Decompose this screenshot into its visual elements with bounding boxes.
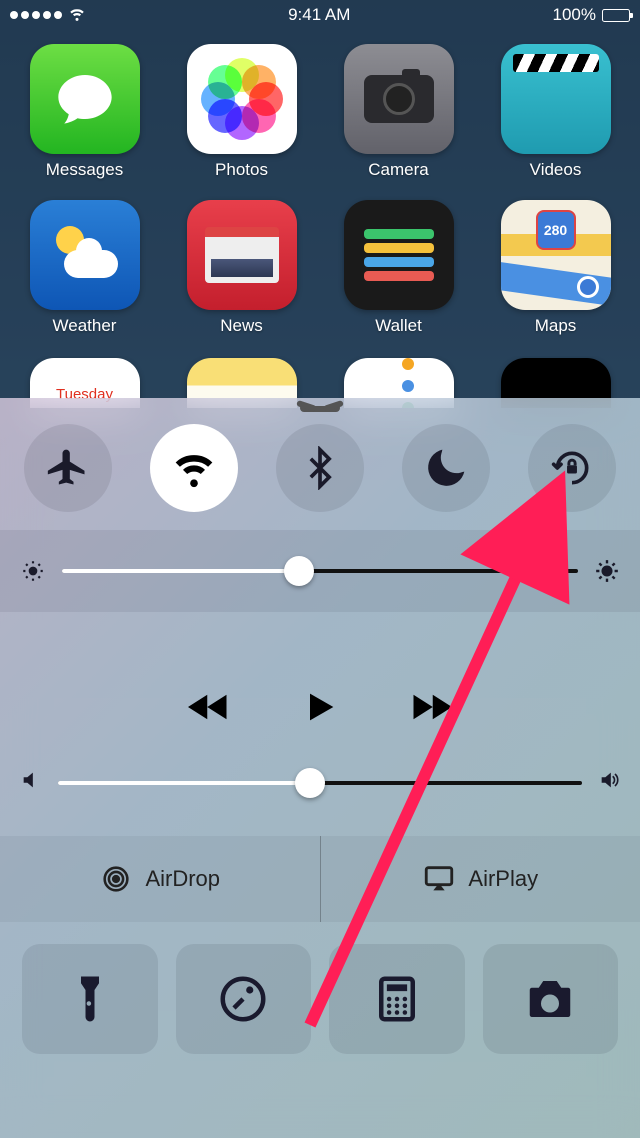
app-maps[interactable]: 280 Maps <box>491 200 621 336</box>
app-camera[interactable]: Camera <box>334 44 464 180</box>
fast-forward-icon <box>410 686 452 728</box>
brightness-slider-section <box>0 530 640 612</box>
app-wallet[interactable]: Wallet <box>334 200 464 336</box>
flashlight-icon <box>63 972 117 1026</box>
airplay-label: AirPlay <box>468 866 538 892</box>
bluetooth-icon <box>298 446 342 490</box>
app-photos[interactable]: Photos <box>177 44 307 180</box>
control-center[interactable]: AirDrop AirPlay <box>0 398 640 1138</box>
videos-icon <box>501 44 611 154</box>
fast-forward-button[interactable] <box>410 686 452 733</box>
app-videos[interactable]: Videos <box>491 44 621 180</box>
app-label: Photos <box>215 160 268 180</box>
airdrop-icon <box>99 862 133 896</box>
brightness-low-icon <box>20 558 46 584</box>
app-label: Videos <box>530 160 582 180</box>
wifi-toggle[interactable] <box>150 424 238 512</box>
timer-button[interactable] <box>176 944 312 1054</box>
camera-shortcut-icon <box>523 972 577 1026</box>
app-label: Wallet <box>375 316 422 336</box>
airplane-icon <box>46 446 90 490</box>
slider-thumb[interactable] <box>284 556 314 586</box>
volume-slider[interactable] <box>58 781 582 785</box>
rotation-lock-toggle[interactable] <box>528 424 616 512</box>
wifi-icon <box>172 446 216 490</box>
airdrop-button[interactable]: AirDrop <box>0 836 320 922</box>
bluetooth-toggle[interactable] <box>276 424 364 512</box>
home-apps-grid: Messages Photos Camera Videos Weather <box>0 30 640 408</box>
play-button[interactable] <box>300 687 340 732</box>
signal-dots-icon <box>10 11 62 19</box>
airdrop-label: AirDrop <box>145 866 220 892</box>
rewind-button[interactable] <box>188 686 230 733</box>
battery-icon <box>602 9 630 22</box>
rewind-icon <box>188 686 230 728</box>
app-label: News <box>220 316 263 336</box>
app-news[interactable]: News <box>177 200 307 336</box>
timer-icon <box>216 972 270 1026</box>
maps-icon: 280 <box>501 200 611 310</box>
brightness-slider[interactable] <box>62 569 578 573</box>
rotation-lock-icon <box>550 446 594 490</box>
volume-low-icon <box>20 769 42 796</box>
wifi-status-icon <box>68 4 86 27</box>
share-row: AirDrop AirPlay <box>0 836 640 922</box>
airplane-mode-toggle[interactable] <box>24 424 112 512</box>
camera-shortcut-button[interactable] <box>483 944 619 1054</box>
app-label: Camera <box>368 160 428 180</box>
toggle-row <box>0 398 640 530</box>
status-bar: 9:41 AM 100% <box>0 0 640 30</box>
media-section <box>0 612 640 836</box>
wallet-icon <box>344 200 454 310</box>
do-not-disturb-toggle[interactable] <box>402 424 490 512</box>
app-label: Messages <box>46 160 123 180</box>
news-icon <box>187 200 297 310</box>
calculator-button[interactable] <box>329 944 465 1054</box>
photos-icon <box>187 44 297 154</box>
camera-icon <box>344 44 454 154</box>
volume-high-icon <box>598 769 620 796</box>
messages-icon <box>30 44 140 154</box>
shortcut-row <box>0 922 640 1080</box>
moon-icon <box>424 446 468 490</box>
app-label: Weather <box>53 316 117 336</box>
status-time: 9:41 AM <box>288 5 350 25</box>
airplay-button[interactable]: AirPlay <box>321 836 640 922</box>
weather-icon <box>30 200 140 310</box>
app-label: Maps <box>535 316 577 336</box>
flashlight-button[interactable] <box>22 944 158 1054</box>
app-messages[interactable]: Messages <box>20 44 150 180</box>
play-icon <box>300 687 340 727</box>
airplay-icon <box>422 862 456 896</box>
battery-percent: 100% <box>553 5 596 25</box>
calculator-icon <box>370 972 424 1026</box>
app-weather[interactable]: Weather <box>20 200 150 336</box>
slider-thumb[interactable] <box>295 768 325 798</box>
brightness-high-icon <box>594 558 620 584</box>
